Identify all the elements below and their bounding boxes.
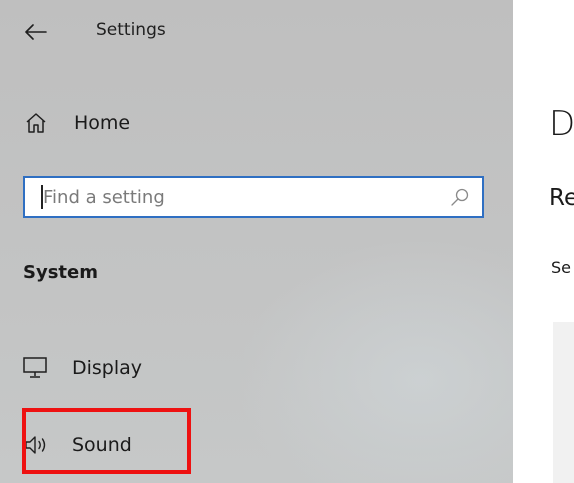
sidebar-item-display[interactable]: Display — [22, 350, 322, 386]
sidebar-item-home[interactable]: Home — [22, 106, 322, 140]
page-title: D — [549, 104, 574, 144]
sidebar-item-label: Display — [72, 357, 143, 379]
section-title: Re — [549, 185, 574, 211]
search-box[interactable] — [23, 176, 484, 218]
home-icon — [26, 113, 46, 133]
sound-highlight-box — [22, 408, 191, 474]
monitor-icon — [23, 357, 47, 378]
display-preview-panel — [553, 322, 574, 483]
sidebar-item-label: Home — [74, 112, 131, 134]
section-header-system: System — [23, 262, 98, 283]
description-text: Se — [551, 258, 571, 277]
back-arrow-icon — [25, 24, 47, 40]
app-title: Settings — [96, 20, 166, 40]
text-cursor — [41, 185, 43, 209]
search-icon[interactable] — [450, 187, 470, 207]
back-button[interactable] — [22, 18, 50, 46]
search-input[interactable] — [43, 183, 443, 211]
